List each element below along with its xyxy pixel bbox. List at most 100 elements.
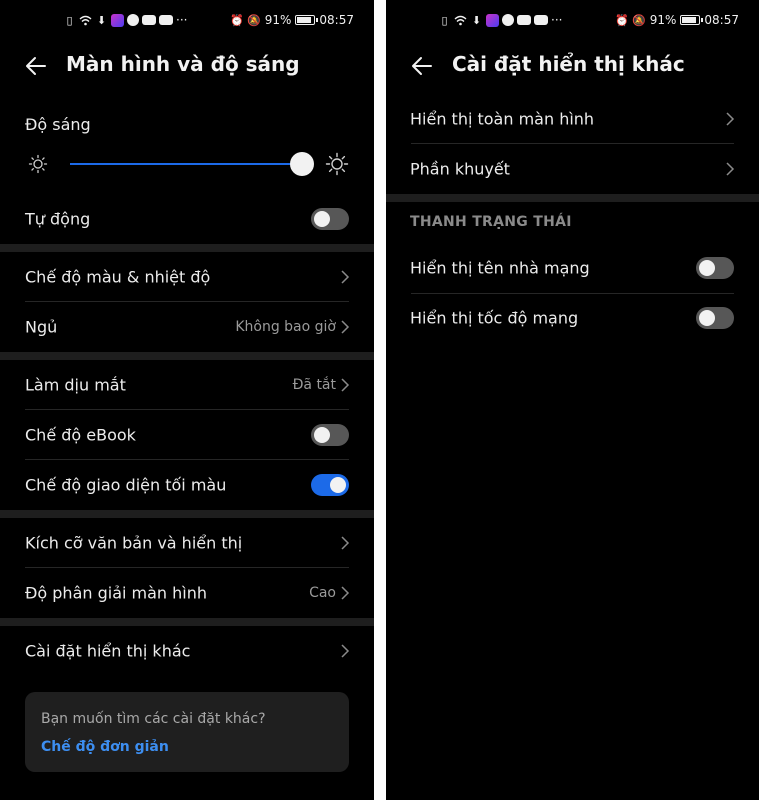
clock: 08:57 [319, 13, 354, 27]
chevron-right-icon [726, 162, 735, 176]
notch-label: Phần khuyết [410, 159, 510, 179]
chevron-right-icon [341, 270, 350, 284]
resolution-row[interactable]: Độ phân giải màn hình Cao [0, 568, 374, 618]
section-separator [386, 194, 759, 202]
chevron-right-icon [341, 586, 350, 600]
mute-icon: 🔕 [247, 13, 262, 27]
status-bar: ▯ ⬇ ··· ⏰ 🔕 91% 08:57 [0, 0, 374, 40]
toggle-knob [314, 211, 330, 227]
wifi-icon [454, 14, 467, 27]
text-size-label: Kích cỡ văn bản và hiển thị [25, 533, 243, 553]
fullscreen-display-label: Hiển thị toàn màn hình [410, 109, 595, 129]
chevron-right-icon [341, 320, 350, 334]
carrier-name-label: Hiển thị tên nhà mạng [410, 258, 590, 278]
status-notification-icons: ▯ ⬇ ··· [63, 13, 187, 27]
toggle-knob [699, 310, 715, 326]
dark-mode-row[interactable]: Chế độ giao diện tối màu [0, 460, 374, 510]
sleep-label: Ngủ [25, 317, 58, 337]
battery-percent: 91% [264, 13, 292, 27]
messenger-icon [502, 14, 514, 26]
youtube-icon-2 [159, 15, 173, 25]
brightness-label: Độ sáng [25, 115, 91, 134]
auto-brightness-label: Tự động [25, 209, 91, 229]
chevron-right-icon [341, 644, 350, 658]
eye-comfort-row[interactable]: Làm dịu mắt Đã tắt [0, 360, 374, 410]
status-bar-section-header: THANH TRẠNG THÁI [410, 214, 572, 230]
clock: 08:57 [704, 13, 739, 27]
status-bar: ▯ ⬇ ··· ⏰ 🔕 91% 08:57 [386, 0, 759, 40]
wifi-icon [79, 14, 92, 27]
brightness-high-icon [325, 152, 349, 176]
back-arrow-icon[interactable] [410, 54, 434, 78]
status-system-icons: ⏰ 🔕 91% 08:57 [615, 13, 739, 27]
color-temperature-label: Chế độ màu & nhiệt độ [25, 267, 211, 287]
alarm-icon: ⏰ [230, 13, 245, 27]
dark-mode-label: Chế độ giao diện tối màu [25, 475, 227, 495]
eye-comfort-value: Đã tắt [292, 377, 336, 393]
sleep-row[interactable]: Ngủ Không bao giờ [0, 302, 374, 352]
section-separator [0, 244, 374, 252]
network-speed-row[interactable]: Hiển thị tốc độ mạng [386, 293, 759, 343]
network-speed-toggle[interactable] [696, 307, 734, 329]
carrier-name-toggle[interactable] [696, 257, 734, 279]
status-notification-icons: ▯ ⬇ ··· [438, 13, 562, 27]
sim-icon: ▯ [66, 13, 73, 27]
sleep-value: Không bao giờ [235, 319, 336, 335]
back-arrow-icon[interactable] [24, 54, 48, 78]
simple-mode-link[interactable]: Chế độ đơn giản [41, 739, 169, 755]
brightness-low-icon [28, 154, 48, 174]
app-notification-icon [111, 13, 124, 27]
text-size-row[interactable]: Kích cỡ văn bản và hiển thị [0, 518, 374, 568]
brightness-slider-fill [70, 163, 302, 165]
status-system-icons: ⏰ 🔕 91% 08:57 [230, 13, 354, 27]
app-notification-icon [486, 13, 499, 27]
suggestion-question: Bạn muốn tìm các cài đặt khác? [41, 711, 266, 727]
carrier-name-row[interactable]: Hiển thị tên nhà mạng [386, 243, 759, 293]
brightness-slider[interactable] [70, 152, 314, 176]
messenger-icon [127, 14, 139, 26]
toggle-knob [314, 427, 330, 443]
page-title: Màn hình và độ sáng [66, 52, 300, 76]
brightness-slider-thumb[interactable] [289, 152, 314, 176]
eye-comfort-label: Làm dịu mắt [25, 375, 126, 395]
more-notifications-icon: ··· [176, 13, 188, 27]
download-icon: ⬇ [471, 13, 482, 27]
resolution-value: Cao [309, 585, 336, 601]
dark-mode-toggle[interactable] [311, 474, 349, 496]
battery-icon [680, 15, 704, 25]
section-separator [0, 618, 374, 626]
fullscreen-display-row[interactable]: Hiển thị toàn màn hình [386, 94, 759, 144]
ebook-mode-label: Chế độ eBook [25, 425, 136, 445]
display-brightness-screen: ▯ ⬇ ··· ⏰ 🔕 91% 08:57 Màn hình và độ sán… [0, 0, 374, 800]
more-display-settings-row[interactable]: Cài đặt hiển thị khác [0, 626, 374, 676]
color-temperature-row[interactable]: Chế độ màu & nhiệt độ [0, 252, 374, 302]
sim-icon: ▯ [441, 13, 448, 27]
section-separator [0, 352, 374, 360]
resolution-label: Độ phân giải màn hình [25, 583, 208, 603]
youtube-icon [142, 15, 156, 25]
notch-row[interactable]: Phần khuyết [386, 144, 759, 194]
ebook-mode-row[interactable]: Chế độ eBook [0, 410, 374, 460]
chevron-right-icon [726, 112, 735, 126]
mute-icon: 🔕 [632, 13, 647, 27]
auto-brightness-toggle[interactable] [311, 208, 349, 230]
chevron-right-icon [341, 536, 350, 550]
page-title: Cài đặt hiển thị khác [452, 52, 685, 76]
network-speed-label: Hiển thị tốc độ mạng [410, 308, 579, 328]
youtube-icon-2 [534, 15, 548, 25]
battery-percent: 91% [649, 13, 677, 27]
toggle-knob [699, 260, 715, 276]
title-bar: Màn hình và độ sáng [0, 48, 374, 84]
auto-brightness-row[interactable]: Tự động [0, 194, 374, 244]
title-bar: Cài đặt hiển thị khác [386, 48, 759, 84]
more-notifications-icon: ··· [551, 13, 563, 27]
ebook-mode-toggle[interactable] [311, 424, 349, 446]
alarm-icon: ⏰ [615, 13, 630, 27]
download-icon: ⬇ [96, 13, 107, 27]
more-display-settings-label: Cài đặt hiển thị khác [25, 641, 191, 661]
youtube-icon [517, 15, 531, 25]
battery-icon [295, 15, 319, 25]
suggestion-card: Bạn muốn tìm các cài đặt khác? Chế độ đơ… [25, 692, 349, 772]
more-display-settings-screen: ▯ ⬇ ··· ⏰ 🔕 91% 08:57 Cài đặt hiển thị k… [386, 0, 759, 800]
chevron-right-icon [341, 378, 350, 392]
